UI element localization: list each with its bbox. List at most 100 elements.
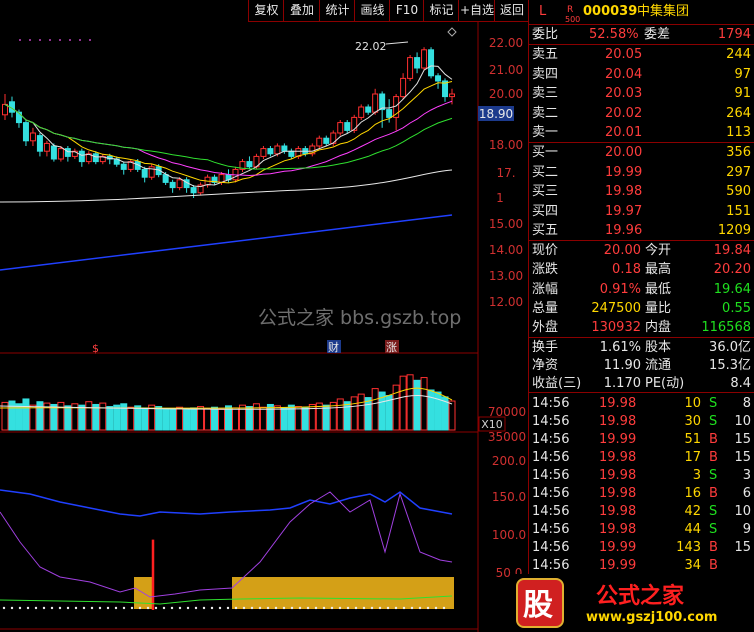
stat-row: 外盘 130932 内盘 116568: [529, 319, 754, 337]
bid-volume: 151: [726, 203, 751, 219]
y-tick: 1: [496, 191, 504, 205]
tick-time: 14:56: [532, 558, 570, 573]
toolbar-button[interactable]: 返回: [494, 0, 529, 21]
tick-time: 14:56: [532, 432, 570, 447]
y-tick: 21.00: [489, 63, 523, 77]
bid-row: 买五 19.96 1209: [529, 222, 754, 240]
volume-unit: X10: [481, 418, 503, 431]
stat-value: 247500: [591, 300, 641, 316]
y-tick: 18.00: [489, 138, 523, 152]
candle-body: [386, 109, 393, 118]
baseline-dot: [282, 606, 286, 610]
stat-value: 19.84: [713, 243, 751, 258]
finance-value: 1.170: [603, 376, 641, 391]
baseline-dot: [90, 606, 94, 610]
baseline-dot: [66, 606, 70, 610]
tick-count: 15: [734, 432, 751, 447]
volume-bar: [399, 375, 407, 431]
baseline-dot: [202, 606, 206, 610]
toolbar-button[interactable]: 统计: [319, 0, 355, 21]
tick-volume: 10: [684, 396, 701, 411]
tick-side: B: [709, 432, 718, 447]
stat-label: 最高: [645, 262, 672, 278]
stat-label: 今开: [645, 243, 672, 258]
finance-value: 15.3亿: [709, 358, 751, 373]
baseline-dot: [106, 606, 110, 610]
chart-toolbar: 复权 叠加 统计 画线 F10 标记 +自选 返回: [0, 0, 528, 22]
tick-volume: 30: [684, 414, 701, 429]
ask-label: 卖一: [532, 125, 559, 140]
baseline-dot: [370, 606, 374, 610]
volume-bar: [371, 388, 379, 431]
tick-count: 3: [742, 468, 751, 483]
tick-side: B: [709, 540, 718, 555]
stat-label: 总量: [532, 300, 559, 316]
baseline-dot: [426, 606, 430, 610]
volume-bar: [427, 389, 435, 431]
baseline-dot: [266, 606, 270, 610]
volume-bar: [406, 374, 414, 431]
tick-volume: 143: [676, 540, 701, 555]
finance-value: 1.61%: [599, 340, 641, 355]
signal-dot: [49, 39, 51, 41]
volume-bar: [64, 405, 72, 431]
baseline-dot: [138, 606, 142, 610]
baseline-dot: [82, 606, 86, 610]
baseline-dot: [274, 606, 278, 610]
bid-volume: 1209: [717, 223, 751, 238]
tick-count: 8: [742, 396, 751, 411]
tick-price: 19.98: [599, 504, 637, 519]
candle-body: [120, 163, 127, 170]
finance-label: 净资: [532, 358, 559, 373]
volume-bar: [78, 404, 86, 431]
finance-row: 换手 1.61% 股本 36.0亿: [529, 339, 754, 357]
toolbar-button[interactable]: 复权: [248, 0, 284, 21]
tick-volume: 34: [684, 558, 701, 573]
logo-text: 公式之家: [596, 584, 685, 609]
ind-y-tick: 200.0: [492, 454, 526, 468]
stat-row: 现价 20.00 今开 19.84: [529, 242, 754, 260]
toolbar-button[interactable]: 叠加: [283, 0, 320, 21]
candle-body: [407, 57, 414, 79]
volume-bar: [57, 401, 65, 431]
baseline-dot: [346, 606, 350, 610]
candle-body: [428, 49, 435, 77]
logo-char: 股: [523, 588, 553, 623]
baseline-dot: [50, 606, 54, 610]
tick-side: S: [709, 396, 718, 411]
tick-price: 19.98: [599, 414, 637, 429]
finance-label: 股本: [645, 340, 672, 355]
ask-volume: 97: [734, 66, 751, 82]
baseline-dot: [226, 606, 230, 610]
stat-label: 量比: [645, 300, 672, 316]
volume-bar: [357, 393, 365, 431]
toolbar-button[interactable]: 标记: [423, 0, 459, 21]
volume-bar: [190, 407, 198, 431]
current-price-tag: 18.90: [479, 107, 513, 121]
ask-price: 20.03: [605, 86, 643, 101]
tick-price: 19.98: [599, 450, 637, 465]
volume-bar: [85, 401, 93, 431]
baseline-dot: [42, 606, 46, 610]
y-tick: 14.00: [489, 243, 523, 257]
candle-body: [190, 187, 197, 194]
tick-time: 14:56: [532, 468, 570, 483]
toolbar-button[interactable]: F10: [389, 0, 424, 21]
bid-price: 19.99: [605, 164, 643, 180]
toolbar-button[interactable]: 画线: [354, 0, 390, 21]
tick-side: B: [709, 558, 718, 573]
tick-price: 19.98: [599, 396, 637, 411]
candle-body: [400, 77, 407, 98]
volume-bar: [434, 391, 442, 431]
toolbar-button[interactable]: +自选: [458, 0, 495, 21]
ask-label: 卖五: [532, 47, 559, 62]
bid-label: 买五: [532, 223, 559, 238]
candle-body: [78, 150, 85, 163]
candle-body: [365, 106, 372, 113]
tick-count: 9: [742, 522, 751, 537]
tick-volume: 16: [684, 486, 701, 501]
tick-volume: 3: [692, 468, 701, 483]
tick-price: 19.98: [599, 468, 637, 483]
volume-bar: [134, 405, 142, 431]
finance-label: 收益(三): [532, 376, 582, 391]
